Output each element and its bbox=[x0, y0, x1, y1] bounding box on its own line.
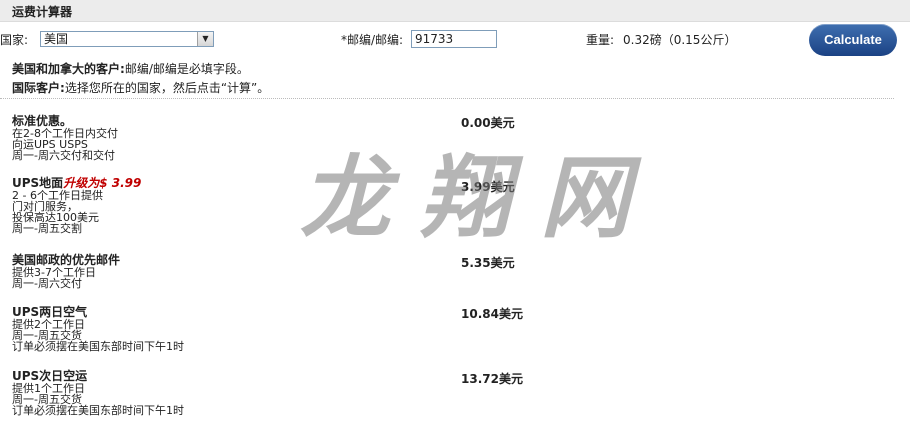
option-price: 3.99美元 bbox=[461, 180, 515, 194]
weight-label: 重量: bbox=[586, 33, 615, 47]
note-international: 国际客户:选择您所在的国家，然后点击“计算”。 bbox=[12, 81, 269, 95]
shipping-option-ups-next-day[interactable]: UPS次日空运 提供1个工作日 周一-周五交货 订单必须摆在美国东部时间下午1时 bbox=[12, 369, 312, 416]
note-text: 选择您所在的国家，然后点击“计算”。 bbox=[64, 81, 270, 95]
note-us-canada: 美国和加拿大的客户:邮编/邮编是必填字段。 bbox=[12, 62, 249, 76]
option-name-row: UPS地面升级为$ 3.99 bbox=[12, 176, 312, 190]
shipping-option-ups-2day[interactable]: UPS两日空气 提供2个工作日 周一-周五交货 订单必须摆在美国东部时间下午1时 bbox=[12, 305, 312, 352]
option-name: UPS两日空气 bbox=[12, 305, 88, 319]
option-line: 周一-周六交付 bbox=[12, 277, 82, 290]
country-select[interactable]: 美国 ▼ bbox=[40, 31, 214, 47]
calculate-button[interactable]: Calculate bbox=[809, 24, 897, 56]
divider bbox=[0, 98, 894, 99]
option-name: 美国邮政的优先邮件 bbox=[12, 253, 121, 267]
note-bold: 国际客户: bbox=[12, 81, 65, 95]
title-bar: 运费计算器 bbox=[0, 0, 910, 22]
zip-input[interactable]: 91733 bbox=[411, 30, 497, 48]
option-name: 标准优惠。 bbox=[12, 114, 73, 128]
page-title: 运费计算器 bbox=[12, 5, 73, 19]
option-price: 5.35美元 bbox=[461, 256, 515, 270]
weight-value: 0.32磅（0.15公斤） bbox=[623, 33, 737, 47]
upgrade-label: 升级为$ 3.99 bbox=[63, 176, 142, 190]
option-price: 10.84美元 bbox=[461, 307, 523, 321]
option-line: 周一-周六交付和交付 bbox=[12, 149, 115, 162]
shipping-option-standard[interactable]: 标准优惠。 在2-8个工作日内交付 向运UPS USPS 周一-周六交付和交付 bbox=[12, 114, 312, 161]
option-name: UPS次日空运 bbox=[12, 369, 88, 383]
shipping-option-usps-priority[interactable]: 美国邮政的优先邮件 提供3-7个工作日 周一-周六交付 bbox=[12, 253, 312, 289]
note-bold: 美国和加拿大的客户: bbox=[12, 62, 125, 76]
option-line: 订单必须摆在美国东部时间下午1时 bbox=[12, 404, 184, 417]
option-name: UPS地面 bbox=[12, 176, 64, 190]
country-value: 美国 bbox=[44, 32, 69, 46]
option-price: 13.72美元 bbox=[461, 372, 523, 386]
chevron-down-icon[interactable]: ▼ bbox=[197, 32, 213, 46]
country-label: 国家: bbox=[0, 33, 29, 47]
zip-label: *邮编/邮编: bbox=[341, 33, 404, 47]
option-price: 0.00美元 bbox=[461, 116, 515, 130]
option-line: 周一-周五交割 bbox=[12, 222, 82, 235]
option-line: 订单必须摆在美国东部时间下午1时 bbox=[12, 340, 184, 353]
shipping-option-ups-ground[interactable]: UPS地面升级为$ 3.99 2 - 6个工作日提供 门对门服务， 投保高达10… bbox=[12, 176, 312, 234]
watermark: 龙翔网 bbox=[300, 145, 660, 251]
note-text: 邮编/邮编是必填字段。 bbox=[124, 62, 249, 76]
